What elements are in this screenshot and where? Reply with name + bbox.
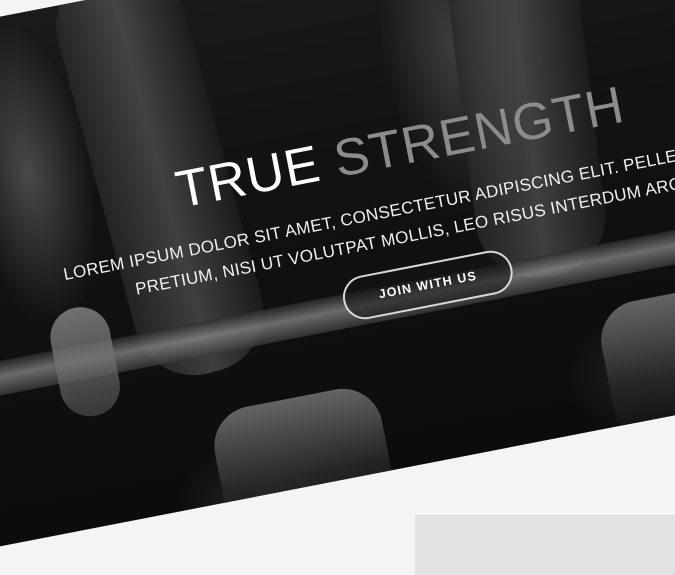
- hero-title-primary: TRUE: [171, 134, 326, 220]
- page-canvas: TRUE STRENGTH LOREM IPSUM DOLOR SIT AMET…: [0, 0, 675, 575]
- hero-content: TRUE STRENGTH LOREM IPSUM DOLOR SIT AMET…: [0, 0, 675, 550]
- hero-banner: TRUE STRENGTH LOREM IPSUM DOLOR SIT AMET…: [0, 0, 675, 551]
